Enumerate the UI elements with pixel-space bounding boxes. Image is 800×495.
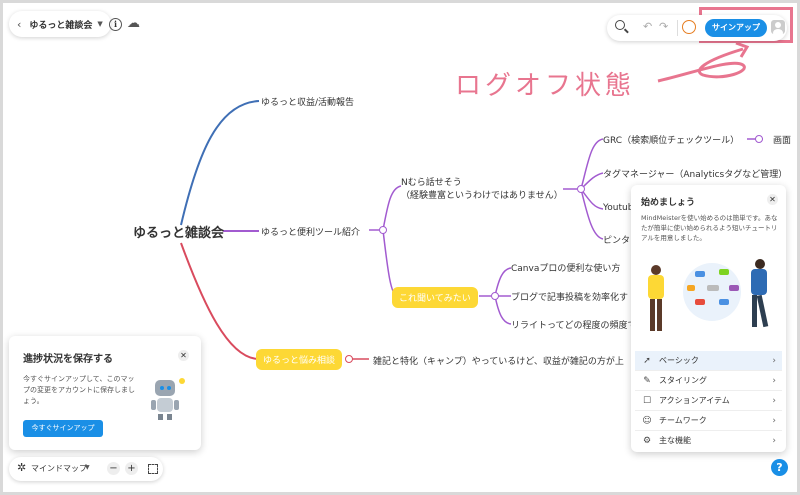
annotation-arrow: [657, 47, 746, 83]
close-icon[interactable]: ✕: [178, 350, 189, 361]
tutorial-item-action[interactable]: ☐ アクションアイテム ›: [635, 390, 782, 410]
branch-node[interactable]: ゆるっと悩み相談: [256, 349, 343, 370]
tutorial-list: ➚ ベーシック › ✎ スタイリング › ☐ アクションアイテム › ☺ チーム…: [635, 351, 782, 450]
panel-description: MindMeisterを使い始めるのは簡単です。あなたが簡単に使い始められるよう…: [641, 214, 778, 242]
chevron-right-icon: ›: [772, 435, 776, 446]
sub-node[interactable]: 雑記と特化（キャンプ）やっているけど、収益が雑記の方が上: [373, 354, 624, 367]
map-mode-label[interactable]: マインドマップ: [31, 463, 87, 474]
annotation-text: ログオフ状態: [455, 71, 636, 101]
redo-icon[interactable]: ↷: [659, 20, 668, 33]
tutorial-item-styling[interactable]: ✎ スタイリング ›: [635, 370, 782, 390]
signup-now-button[interactable]: 今すぐサインアップ: [23, 420, 103, 437]
info-icon[interactable]: i: [109, 18, 122, 31]
panel-description: 今すぐサインアップして、このマップの変更をアカウントに保存しましょう。: [23, 375, 135, 405]
connector-b2-yellow: [382, 229, 398, 297]
connector-node[interactable]: [345, 355, 353, 363]
zoom-in-button[interactable]: +: [125, 462, 138, 475]
connector-b2-n: [382, 185, 402, 231]
sub-node[interactable]: これ聞いてみたい: [392, 287, 478, 308]
map-title[interactable]: ゆるっと雑談会: [29, 18, 92, 31]
root-node[interactable]: ゆるっと雑談会: [133, 222, 224, 241]
tutorial-item-team[interactable]: ☺ チームワーク ›: [635, 410, 782, 430]
close-icon[interactable]: ✕: [767, 194, 778, 205]
collaborator-avatar[interactable]: [682, 20, 696, 34]
sub-node[interactable]: ピンタ: [603, 233, 630, 246]
zoom-out-button[interactable]: −: [107, 462, 120, 475]
sub-node[interactable]: リライトってどの程度の頻度で: [511, 318, 637, 331]
robot-icon: [149, 378, 185, 422]
chevron-right-icon: ›: [772, 395, 776, 406]
rocket-icon: ➚: [643, 355, 651, 366]
fit-screen-icon[interactable]: [148, 464, 158, 474]
getting-started-panel: 始めましょう ✕ MindMeisterを使い始めるのは簡単です。あなたが簡単に…: [631, 185, 786, 452]
connector-node[interactable]: [491, 292, 499, 300]
panel-title: 進捗状況を保存する: [23, 354, 113, 365]
sub-node[interactable]: タグマネージャー（Analyticsタグなど管理）: [603, 167, 787, 180]
signup-button[interactable]: サインアップ: [705, 19, 767, 37]
connector-node[interactable]: [379, 226, 387, 234]
chevron-right-icon: ›: [772, 355, 776, 366]
chevron-right-icon: ›: [772, 415, 776, 426]
tutorial-item-basic[interactable]: ➚ ベーシック ›: [635, 351, 782, 370]
branch-node[interactable]: ゆるっと収益/活動報告: [261, 95, 354, 108]
sub-node[interactable]: Nむら話せそう （経験豊富というわけではありません）: [401, 175, 563, 201]
connector-node[interactable]: [577, 185, 585, 193]
chevron-down-icon[interactable]: ▼: [97, 20, 102, 28]
panel-title: 始めましょう: [641, 198, 696, 208]
app-window: ゆるっと雑談会 ゆるっと収益/活動報告 ゆるっと便利ツール紹介 ゆるっと悩み相談…: [3, 3, 797, 492]
branch-node[interactable]: ゆるっと便利ツール紹介: [261, 225, 360, 238]
sub-node[interactable]: 画面: [773, 133, 791, 146]
cloud-upload-icon[interactable]: ☁: [127, 16, 140, 31]
connector-root-b1: [180, 100, 260, 226]
mindmap-icon[interactable]: ✲: [17, 461, 26, 474]
bottom-toolbar: ✲ マインドマップ ▼ − +: [9, 457, 163, 481]
action-icon: ☐: [642, 395, 652, 406]
top-toolbar: ↶ ↷ サインアップ: [607, 15, 787, 41]
undo-icon[interactable]: ↶: [643, 20, 652, 33]
chevron-right-icon: ›: [772, 375, 776, 386]
save-progress-panel: 進捗状況を保存する ✕ 今すぐサインアップして、このマップの変更をアカウントに保…: [9, 336, 201, 450]
tutorial-item-features[interactable]: ⚙ 主な機能 ›: [635, 430, 782, 450]
help-icon[interactable]: ?: [771, 459, 788, 476]
brush-icon: ✎: [643, 375, 651, 386]
back-icon[interactable]: ‹: [17, 18, 21, 31]
title-bar: ‹ ゆるっと雑談会 ▼: [9, 11, 111, 37]
sub-node[interactable]: ブログで記事投稿を効率化す: [511, 290, 628, 303]
sub-node-line: Nむら話せそう: [401, 178, 462, 188]
divider: [677, 20, 678, 36]
sub-node[interactable]: Canvaプロの便利な使い方: [511, 261, 620, 274]
team-icon: ☺: [642, 415, 652, 426]
sub-node-line: （経験豊富というわけではありません）: [401, 191, 563, 201]
settings-icon: ⚙: [642, 435, 652, 446]
connector-node[interactable]: [755, 135, 763, 143]
tutorial-illustration: [639, 253, 779, 343]
sub-node[interactable]: GRC（検索順位チェックツール）: [603, 133, 739, 146]
chevron-down-icon[interactable]: ▼: [85, 464, 90, 471]
user-avatar-icon[interactable]: [771, 20, 785, 34]
